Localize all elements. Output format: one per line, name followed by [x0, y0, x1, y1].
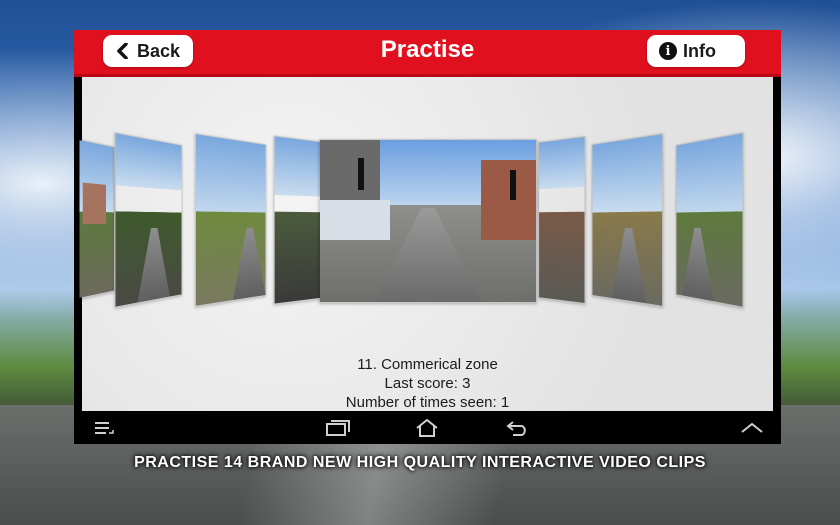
recent-apps-icon[interactable]: [326, 419, 350, 437]
clip-title: 11. Commerical zone: [82, 355, 773, 374]
chevron-up-icon[interactable]: [740, 419, 764, 437]
info-label: Info: [683, 41, 716, 62]
clip-thumbnail[interactable]: [195, 133, 266, 307]
clip-thumbnail[interactable]: [538, 136, 585, 304]
clip-info: 11. Commerical zone Last score: 3 Number…: [82, 355, 773, 412]
clip-thumbnail[interactable]: [592, 133, 663, 307]
clip-thumbnail[interactable]: [79, 139, 115, 299]
info-button[interactable]: i Info: [647, 35, 745, 67]
clip-thumbnail[interactable]: [115, 132, 183, 308]
clip-times-seen: Number of times seen: 1: [82, 393, 773, 412]
device-screen: Back Practise i Info 11. Commerical zone…: [74, 30, 781, 444]
home-icon[interactable]: [415, 419, 439, 437]
content-area: 11. Commerical zone Last score: 3 Number…: [82, 77, 773, 411]
menu-icon[interactable]: [92, 419, 116, 437]
info-icon: i: [659, 42, 677, 60]
clip-thumbnail[interactable]: [676, 132, 744, 308]
clip-last-score: Last score: 3: [82, 374, 773, 393]
header-bar: Back Practise i Info: [74, 30, 781, 77]
promo-banner: PRACTISE 14 BRAND NEW HIGH QUALITY INTER…: [0, 454, 840, 472]
back-arrow-icon[interactable]: [505, 419, 529, 437]
clip-thumbnail-selected[interactable]: [319, 139, 537, 303]
system-nav-bar: [74, 411, 781, 444]
